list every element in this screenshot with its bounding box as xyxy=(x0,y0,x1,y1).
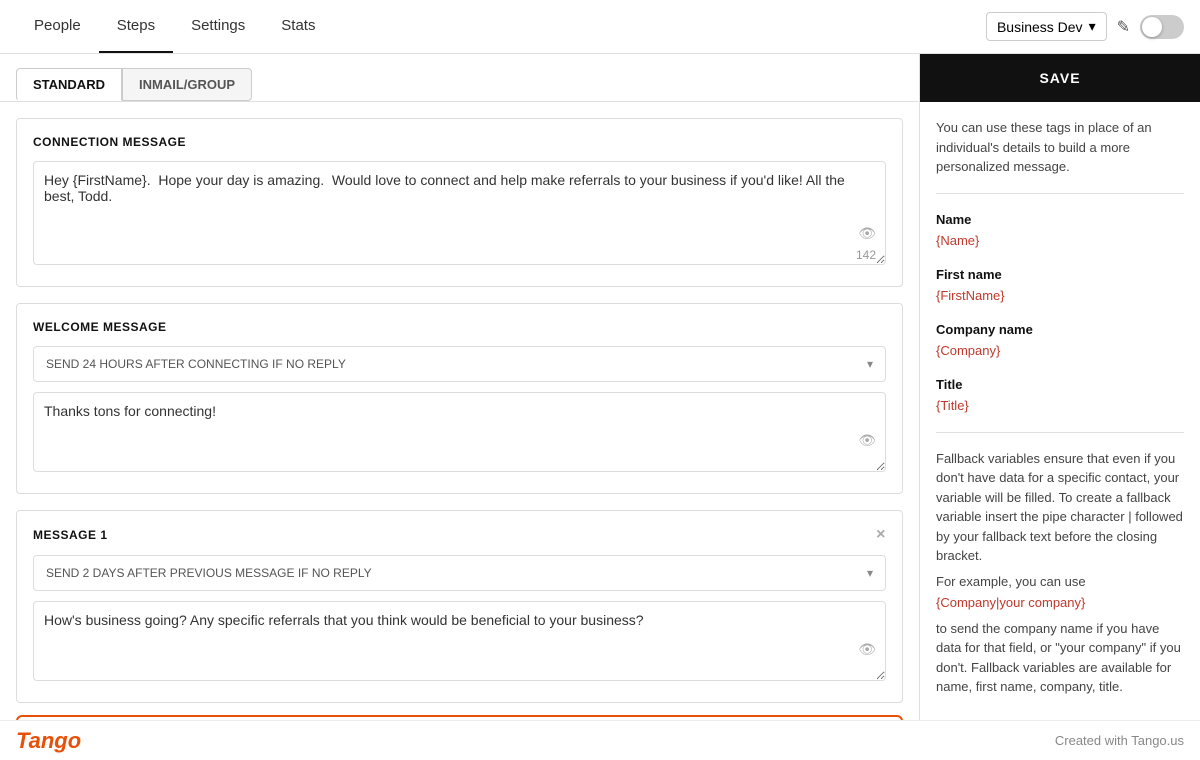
right-panel: SAVE You can use these tags in place of … xyxy=(920,54,1200,760)
message1-textarea-wrapper: 👁 xyxy=(33,601,886,686)
message1-header: MESSAGE 1 × xyxy=(33,527,886,543)
created-with: Created with Tango.us xyxy=(1055,733,1184,748)
save-button[interactable]: SAVE xyxy=(920,54,1200,102)
fallback-text: Fallback variables ensure that even if y… xyxy=(936,449,1184,566)
toggle-switch[interactable] xyxy=(1140,15,1184,39)
example-label: For example, you can use xyxy=(936,572,1184,592)
business-dev-dropdown[interactable]: Business Dev ▾ xyxy=(986,12,1107,41)
tag-firstname: First name {FirstName} xyxy=(936,265,1184,306)
connection-message-textarea[interactable] xyxy=(33,161,886,265)
nav-tabs: People Steps Settings Stats xyxy=(16,0,333,53)
welcome-message-textarea[interactable] xyxy=(33,392,886,472)
welcome-message-dropdown[interactable]: SEND 24 HOURS AFTER CONNECTING IF NO REP… xyxy=(33,346,886,382)
edit-icon[interactable]: ✎ xyxy=(1117,17,1130,37)
tag-title: Title {Title} xyxy=(936,375,1184,416)
divider xyxy=(936,193,1184,194)
subtab-inmail-group[interactable]: INMAIL/GROUP xyxy=(122,68,252,101)
toggle-knob xyxy=(1142,17,1162,37)
footer: Tango Created with Tango.us xyxy=(0,720,1200,760)
welcome-message-header: WELCOME MESSAGE xyxy=(33,320,886,334)
nav-tab-stats[interactable]: Stats xyxy=(263,0,333,53)
connection-message-header: CONNECTION MESSAGE xyxy=(33,135,886,149)
message1-close-icon[interactable]: × xyxy=(876,527,886,543)
intro-text: You can use these tags in place of an in… xyxy=(936,118,1184,177)
welcome-message-section: WELCOME MESSAGE SEND 24 HOURS AFTER CONN… xyxy=(16,303,903,494)
chevron-down-icon: ▾ xyxy=(1089,18,1096,35)
eye-icon: 👁 xyxy=(858,225,876,242)
tag-company: Company name {Company} xyxy=(936,320,1184,361)
example-suffix: to send the company name if you have dat… xyxy=(936,619,1184,697)
top-right-controls: Business Dev ▾ ✎ xyxy=(986,12,1184,41)
main-layout: STANDARD INMAIL/GROUP CONNECTION MESSAGE… xyxy=(0,54,1200,760)
message1-section: MESSAGE 1 × SEND 2 DAYS AFTER PREVIOUS M… xyxy=(16,510,903,703)
chevron-down-icon: ▾ xyxy=(867,566,873,580)
right-panel-content: You can use these tags in place of an in… xyxy=(920,102,1200,713)
connection-message-wrapper: 👁 142 xyxy=(33,161,886,270)
message1-textarea[interactable] xyxy=(33,601,886,681)
nav-tab-people[interactable]: People xyxy=(16,0,99,53)
nav-tab-settings[interactable]: Settings xyxy=(173,0,263,53)
connection-message-section: CONNECTION MESSAGE 👁 142 document.queryS… xyxy=(16,118,903,287)
message1-dropdown[interactable]: SEND 2 DAYS AFTER PREVIOUS MESSAGE IF NO… xyxy=(33,555,886,591)
subtabs: STANDARD INMAIL/GROUP xyxy=(0,54,919,102)
tango-brand: Tango xyxy=(16,728,81,754)
subtab-standard[interactable]: STANDARD xyxy=(16,68,122,101)
chevron-down-icon: ▾ xyxy=(867,357,873,371)
divider2 xyxy=(936,432,1184,433)
welcome-message-textarea-wrapper: 👁 xyxy=(33,392,886,477)
tag-name: Name {Name} xyxy=(936,210,1184,251)
top-nav: People Steps Settings Stats Business Dev… xyxy=(0,0,1200,54)
left-panel: STANDARD INMAIL/GROUP CONNECTION MESSAGE… xyxy=(0,54,920,760)
nav-tab-steps[interactable]: Steps xyxy=(99,0,173,53)
eye-icon: 👁 xyxy=(858,641,876,658)
example-value: {Company|your company} xyxy=(936,593,1184,613)
eye-icon: 👁 xyxy=(858,432,876,449)
